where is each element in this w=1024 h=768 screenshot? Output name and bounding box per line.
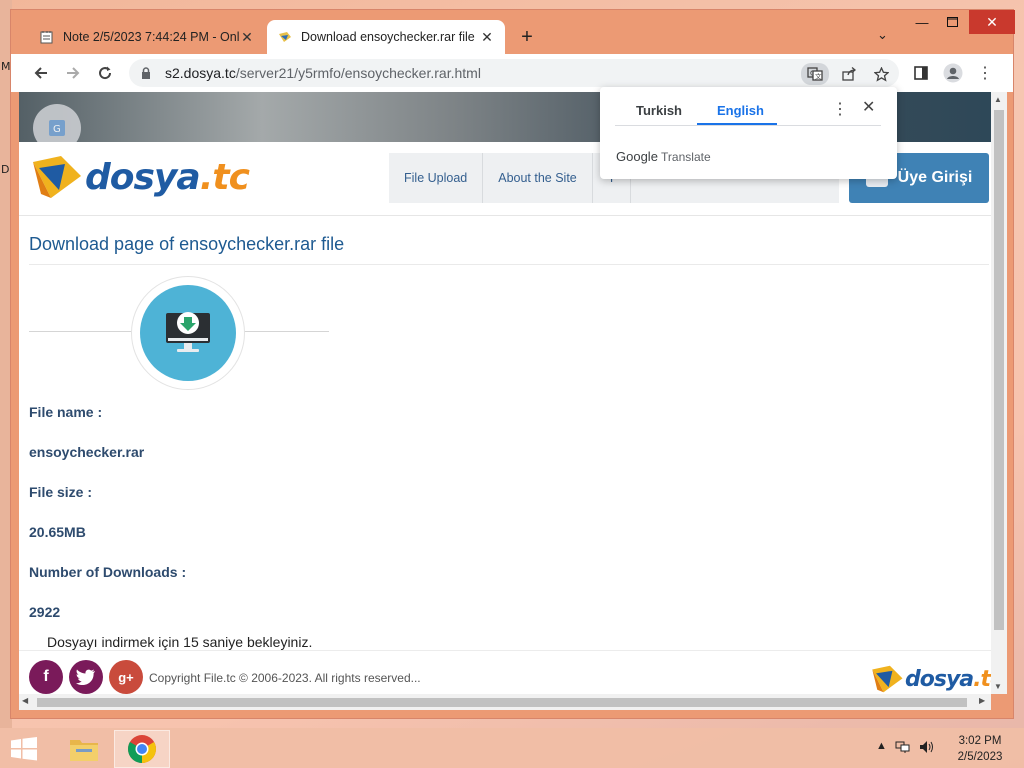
scroll-left-icon[interactable]: ◀	[22, 696, 28, 705]
scroll-up-icon[interactable]: ▲	[994, 95, 1002, 104]
scrollbar-thumb[interactable]	[37, 698, 967, 707]
lock-icon[interactable]	[141, 66, 155, 80]
start-button[interactable]	[10, 737, 38, 761]
page-title: Download page of ensoychecker.rar file	[29, 234, 345, 254]
notepad-icon	[39, 29, 55, 45]
dosya-logo-icon	[872, 665, 903, 693]
login-label: Üye Girişi	[897, 169, 973, 186]
file-explorer-icon[interactable]	[56, 730, 112, 768]
desktop-icon-label: D	[1, 163, 10, 176]
selected-tab-indicator	[697, 123, 777, 125]
share-icon[interactable]	[835, 63, 863, 85]
side-panel-icon[interactable]	[909, 61, 933, 85]
horizontal-scrollbar[interactable]: ◀ ▶	[19, 694, 991, 710]
file-size-label: File size :	[29, 484, 93, 500]
file-name-value: ensoychecker.rar	[29, 444, 145, 460]
translate-popup: Turkish English ⋮ ✕ Google Translate	[600, 87, 897, 179]
divider	[615, 125, 881, 126]
google-plus-icon[interactable]: g+	[109, 660, 143, 694]
site-logo[interactable]: dosya.tc	[31, 154, 250, 200]
tab-title: Download ensoychecker.rar file	[301, 30, 475, 44]
system-tray: ▲	[876, 740, 935, 757]
profile-avatar[interactable]	[941, 61, 965, 85]
translate-target-lang[interactable]: English	[717, 95, 764, 125]
download-graphic	[29, 274, 329, 390]
footer-logo[interactable]: dosya.tc	[871, 664, 991, 694]
minimize-button[interactable]: —	[906, 10, 938, 34]
forward-button[interactable]	[61, 61, 85, 85]
downloads-label: Number of Downloads :	[29, 564, 187, 580]
tab-search-chevron-icon[interactable]: ⌄	[877, 27, 888, 43]
footer-logo-text: dosya.tc	[905, 666, 991, 692]
translate-icon[interactable]: G文	[801, 63, 829, 85]
scroll-right-icon[interactable]: ▶	[979, 696, 985, 705]
downloads-value: 2922	[29, 604, 61, 620]
google-translate-brand: Google Translate	[616, 149, 711, 164]
wait-countdown-text: Dosyayı indirmek için 15 saniye bekleyin…	[47, 634, 313, 650]
network-icon[interactable]	[895, 740, 911, 757]
translate-close-icon[interactable]: ✕	[862, 97, 875, 117]
file-name-label: File name :	[29, 404, 103, 420]
svg-text:文: 文	[815, 72, 822, 81]
url-host: s2.dosya.tc	[165, 65, 236, 81]
translate-source-lang[interactable]: Turkish	[636, 95, 682, 125]
volume-icon[interactable]	[919, 740, 935, 757]
bookmark-star-icon[interactable]	[867, 63, 895, 85]
translate-options-icon[interactable]: ⋮	[832, 99, 848, 119]
site-logo-text: dosya.tc	[85, 156, 250, 198]
tab-strip: Note 2/5/2023 7:44:24 PM - Onli ✕ Downlo…	[11, 10, 1015, 54]
tab-title: Note 2/5/2023 7:44:24 PM - Onli	[63, 30, 239, 44]
clock-time: 3:02 PM	[958, 735, 1002, 747]
dosya-logo-icon	[33, 156, 81, 198]
maximize-button[interactable]	[936, 10, 968, 34]
facebook-icon[interactable]: f	[29, 660, 63, 694]
svg-text:G: G	[53, 124, 61, 135]
address-bar[interactable]: s2.dosya.tc/server21/y5rmfo/ensoychecker…	[129, 59, 899, 87]
window-close-button[interactable]: ✕	[969, 10, 1015, 34]
back-button[interactable]	[29, 61, 53, 85]
reload-button[interactable]	[93, 61, 117, 85]
divider	[29, 264, 989, 265]
dosya-favicon-icon	[277, 29, 293, 45]
taskbar-clock[interactable]: 3:02 PM 2/5/2023	[948, 733, 1012, 765]
clock-date: 2/5/2023	[957, 751, 1003, 763]
chrome-taskbar-icon[interactable]	[114, 730, 170, 768]
tab-note[interactable]: Note 2/5/2023 7:44:24 PM - Onli ✕	[29, 20, 265, 54]
url-path: /server21/y5rmfo/ensoychecker.rar.html	[235, 65, 481, 81]
scroll-down-icon[interactable]: ▼	[994, 682, 1002, 691]
scrollbar-thumb[interactable]	[994, 110, 1004, 630]
vertical-scrollbar[interactable]: ▲ ▼	[991, 92, 1007, 694]
nav-about-site[interactable]: About the Site	[483, 153, 593, 203]
taskbar: ▲ 3:02 PM 2/5/2023	[0, 728, 1024, 768]
new-tab-button[interactable]: +	[517, 26, 537, 49]
close-tab-icon[interactable]: ✕	[479, 29, 495, 46]
close-tab-icon[interactable]: ✕	[239, 29, 255, 46]
download-monitor-icon	[140, 285, 236, 381]
tab-download[interactable]: Download ensoychecker.rar file ✕	[267, 20, 505, 54]
twitter-icon[interactable]	[69, 660, 103, 694]
tray-expand-icon[interactable]: ▲	[876, 740, 887, 757]
file-size-value: 20.65MB	[29, 524, 86, 540]
page-viewport: G dosya.tc File Upload About the Site T …	[19, 92, 991, 694]
copyright-text: Copyright File.tc © 2006-2023. All right…	[149, 671, 421, 685]
nav-file-upload[interactable]: File Upload	[389, 153, 484, 203]
browser-menu-icon[interactable]: ⋮	[973, 61, 997, 85]
